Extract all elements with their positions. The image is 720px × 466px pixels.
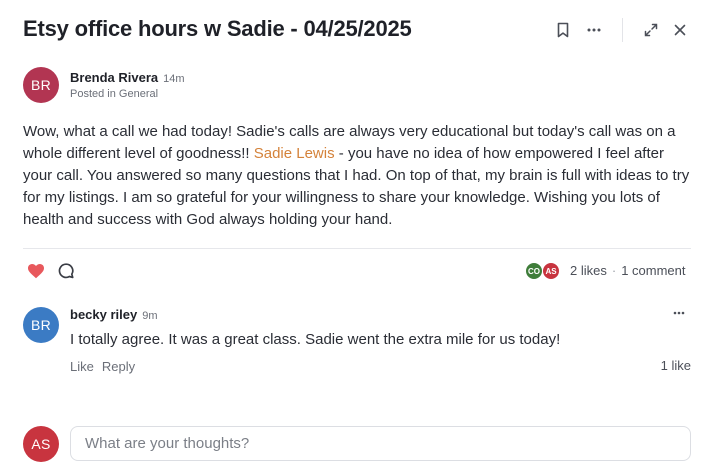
mention-link[interactable]: Sadie Lewis	[254, 145, 335, 162]
current-user-avatar: AS	[23, 426, 59, 462]
post-title: Etsy office hours w Sadie - 04/25/2025	[23, 16, 412, 41]
commenter-name-text[interactable]: becky riley	[70, 307, 137, 322]
author-avatar[interactable]: BR	[23, 67, 59, 103]
post-stats: 2 likes · 1 comment	[570, 263, 686, 278]
commenter-avatar[interactable]: BR	[23, 307, 59, 343]
commenter-name[interactable]: becky riley 9m	[70, 307, 158, 322]
more-icon[interactable]	[584, 20, 604, 40]
comment-icon[interactable]	[56, 261, 76, 281]
comment-actions: Like Reply	[70, 359, 143, 374]
expand-icon[interactable]	[641, 20, 661, 40]
comments-count[interactable]: 1 comment	[621, 263, 685, 278]
bookmark-icon[interactable]	[553, 20, 573, 40]
comment-like-button[interactable]: Like	[70, 359, 94, 374]
close-icon[interactable]	[670, 20, 690, 40]
comment-timestamp: 9m	[142, 310, 158, 322]
posted-in[interactable]: Posted in General	[70, 88, 158, 100]
liker-avatar[interactable]: AS	[542, 262, 560, 280]
reply-input[interactable]	[70, 426, 691, 461]
comment-likes-count[interactable]: 1 like	[661, 358, 691, 373]
author-name[interactable]: Brenda Rivera 14m	[70, 70, 185, 85]
liker-avatar[interactable]: CO	[525, 262, 543, 280]
comment-more-icon[interactable]	[670, 305, 688, 321]
comment-text: I totally agree. It was a great class. S…	[70, 331, 561, 348]
author-name-text[interactable]: Brenda Rivera	[70, 70, 158, 85]
post-divider	[23, 248, 691, 249]
post-body: Wow, what a call we had today! Sadie's c…	[23, 121, 693, 231]
post-timestamp: 14m	[163, 73, 185, 85]
stats-separator: ·	[611, 263, 617, 278]
heart-icon[interactable]	[26, 261, 46, 281]
comment-reply-button[interactable]: Reply	[102, 359, 135, 374]
likes-count[interactable]: 2 likes	[570, 263, 607, 278]
header-divider	[622, 18, 623, 42]
